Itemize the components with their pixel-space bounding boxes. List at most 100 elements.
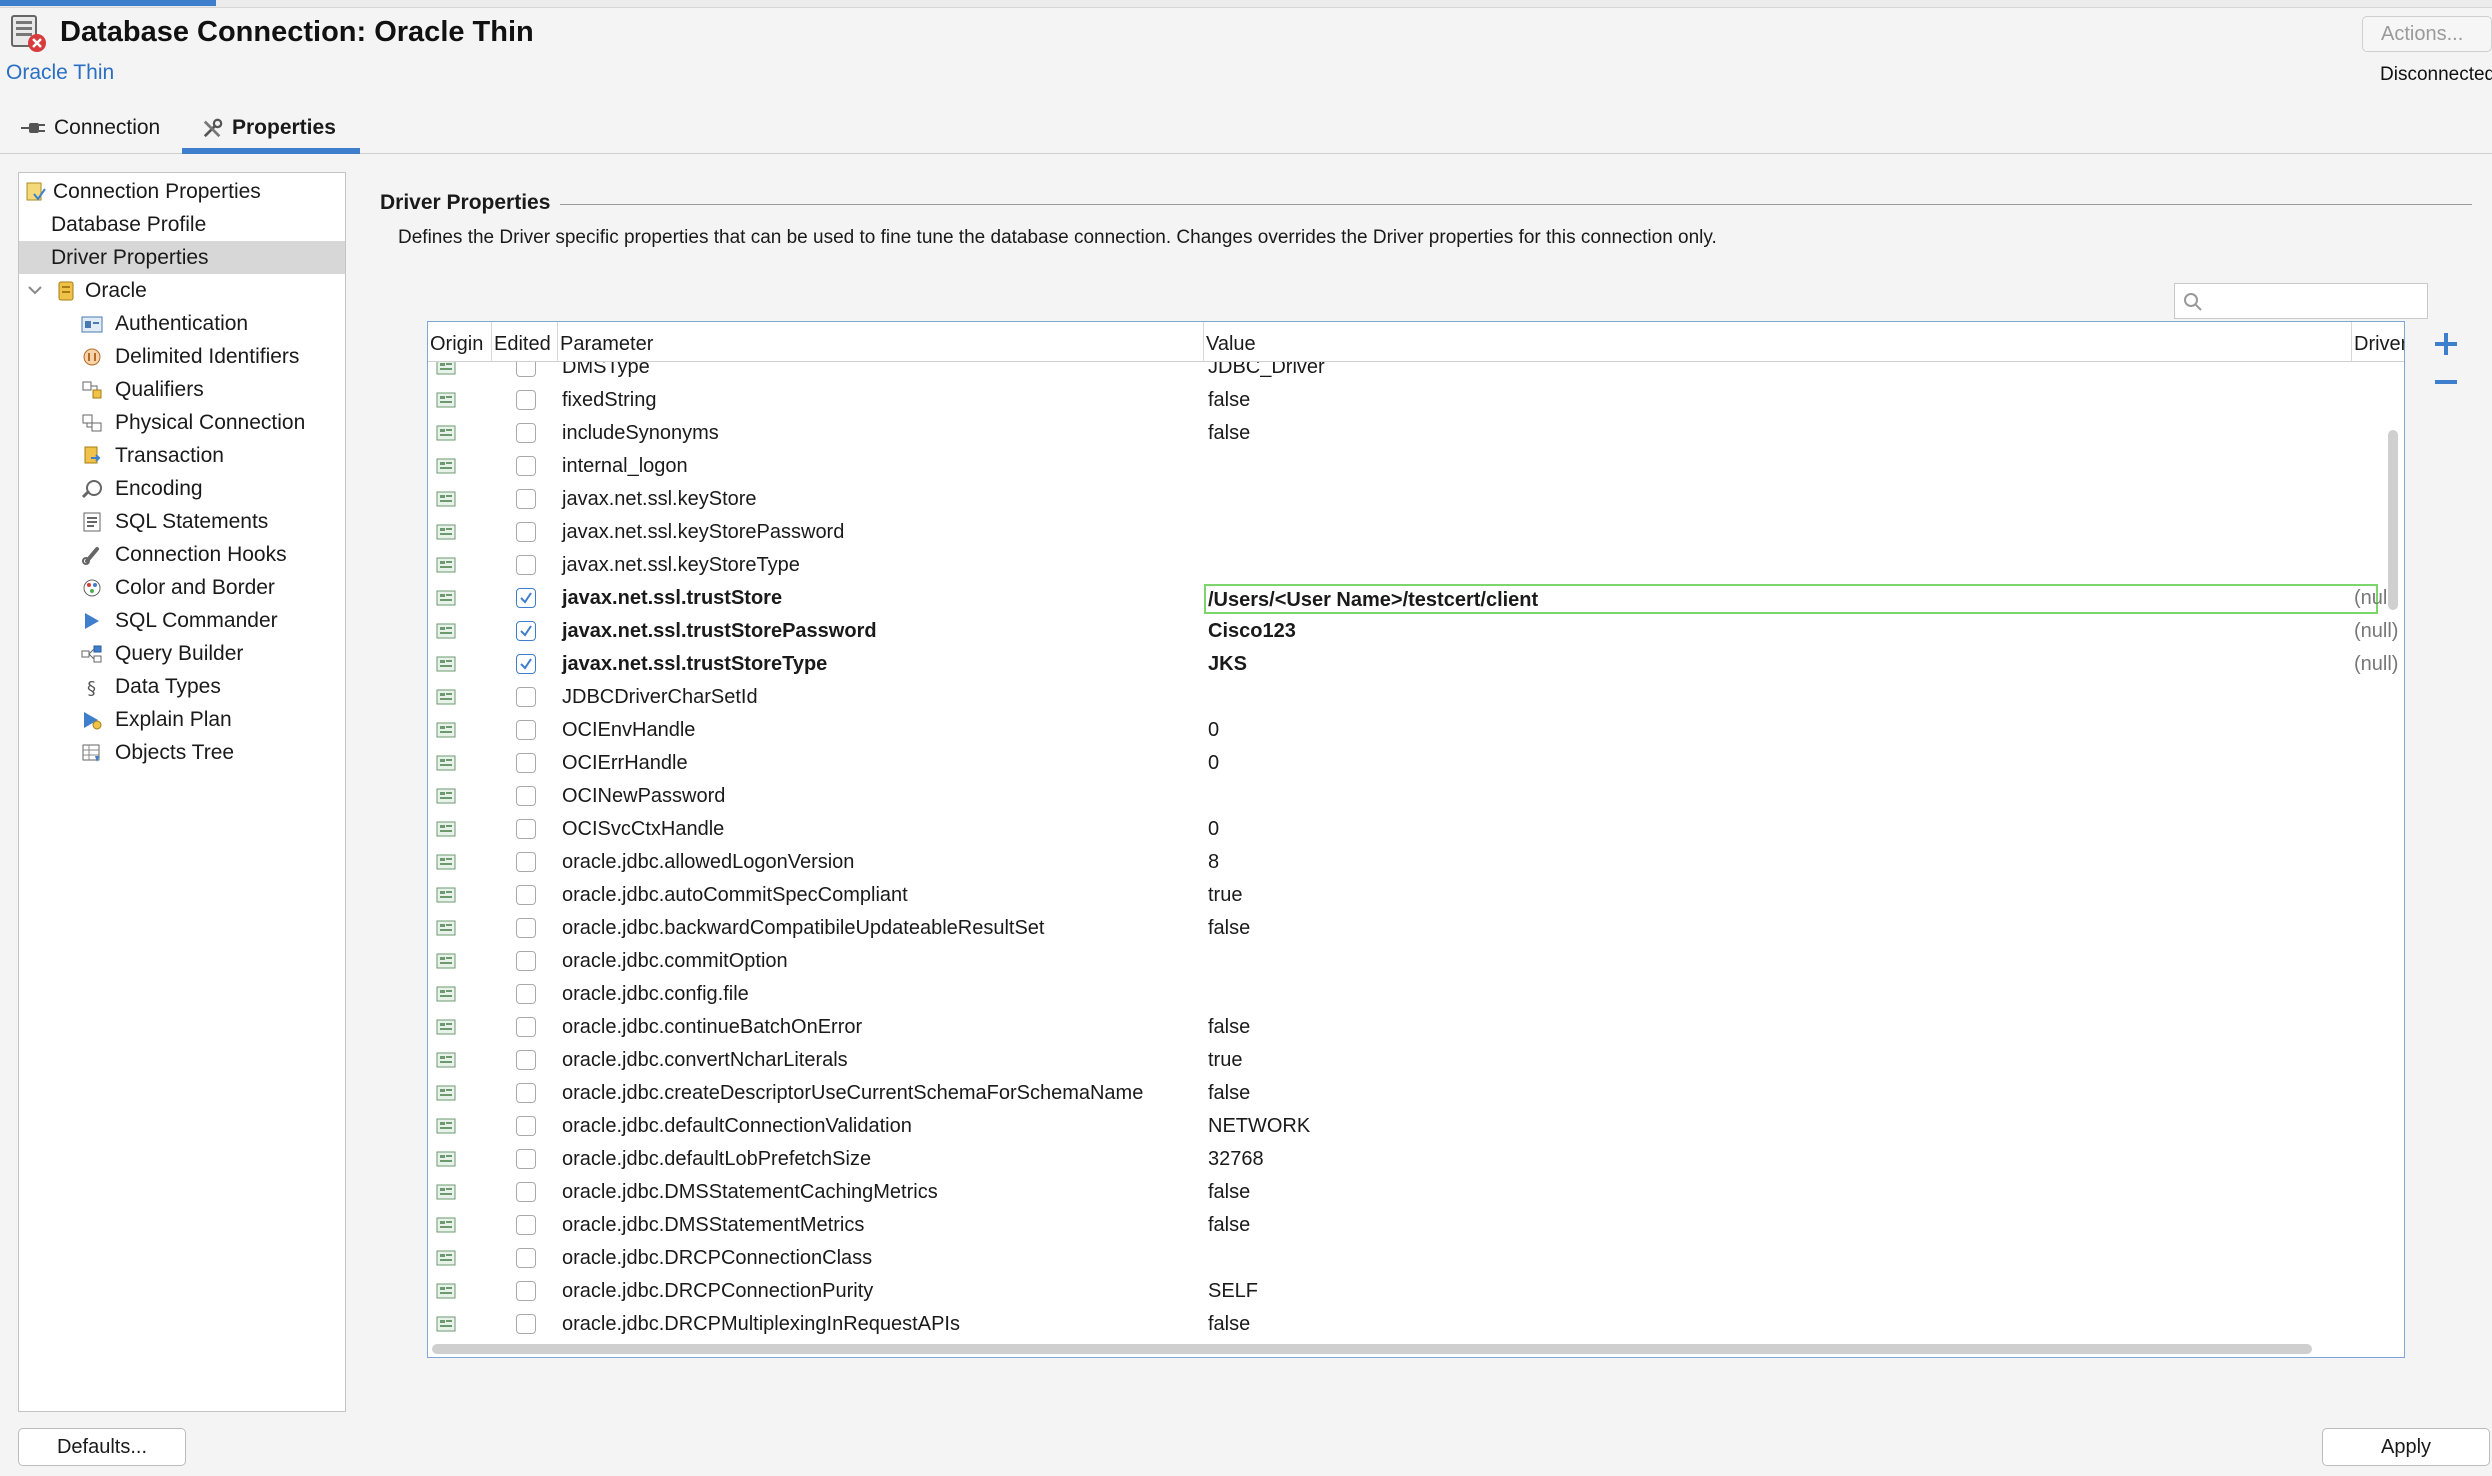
column-header-driver[interactable]: Driver — [2352, 322, 2404, 362]
edited-checkbox[interactable] — [516, 984, 536, 1004]
table-row[interactable]: oracle.jdbc.DMSStatementMetrics false — [428, 1209, 2404, 1242]
table-row[interactable]: javax.net.ssl.trustStoreType JKS (null) — [428, 648, 2404, 681]
value-cell[interactable]: NETWORK — [1208, 1110, 1310, 1143]
tab-properties[interactable]: Properties — [182, 108, 360, 154]
table-row[interactable]: oracle.jdbc.DRCPMultiplexingInRequestAPI… — [428, 1308, 2404, 1341]
edited-checkbox[interactable] — [516, 720, 536, 740]
edited-checkbox[interactable] — [516, 1149, 536, 1169]
value-cell[interactable]: false — [1208, 384, 1250, 417]
table-row[interactable]: javax.net.ssl.keyStorePassword — [428, 516, 2404, 549]
table-row[interactable]: DMSType JDBC_Driver — [428, 362, 2404, 384]
remove-property-button[interactable] — [2432, 372, 2460, 392]
table-row[interactable]: oracle.jdbc.backwardCompatibileUpdateabl… — [428, 912, 2404, 945]
connection-type-link[interactable]: Oracle Thin — [6, 61, 114, 85]
tree-item-physical-connection[interactable]: Physical Connection — [19, 406, 345, 439]
table-row[interactable]: javax.net.ssl.keyStoreType — [428, 549, 2404, 582]
edited-checkbox[interactable] — [516, 1248, 536, 1268]
table-row[interactable]: oracle.jdbc.createDescriptorUseCurrentSc… — [428, 1077, 2404, 1110]
value-cell[interactable]: false — [1208, 417, 1250, 450]
value-cell[interactable]: false — [1208, 1077, 1250, 1110]
table-row[interactable]: OCISvcCtxHandle 0 — [428, 813, 2404, 846]
tree-item-explain-plan[interactable]: Explain Plan — [19, 703, 345, 736]
column-header-edited[interactable]: Edited — [492, 322, 558, 362]
tree-item-sql-commander[interactable]: SQL Commander — [19, 604, 345, 637]
edited-checkbox[interactable] — [516, 1083, 536, 1103]
tab-connection[interactable]: Connection — [20, 108, 170, 154]
edited-checkbox[interactable] — [516, 489, 536, 509]
value-cell[interactable]: false — [1208, 1308, 1250, 1341]
horizontal-scrollbar[interactable] — [432, 1344, 2312, 1354]
table-row[interactable]: oracle.jdbc.DMSStatementCachingMetrics fa… — [428, 1176, 2404, 1209]
table-row[interactable]: oracle.jdbc.allowedLogonVersion 8 — [428, 846, 2404, 879]
value-cell[interactable]: false — [1208, 1011, 1250, 1044]
tree-item-connection-hooks[interactable]: Connection Hooks — [19, 538, 345, 571]
tree-item-oracle[interactable]: Oracle — [19, 274, 345, 307]
table-row[interactable]: JDBCDriverCharSetId — [428, 681, 2404, 714]
value-cell[interactable]: 0 — [1208, 813, 1219, 846]
table-row[interactable]: javax.net.ssl.trustStorePassword Cisco123… — [428, 615, 2404, 648]
actions-button[interactable]: Actions... — [2362, 16, 2492, 52]
column-header-parameter[interactable]: Parameter — [558, 322, 1204, 362]
edited-checkbox[interactable] — [516, 390, 536, 410]
tree-item-delimited-identifiers[interactable]: Delimited Identifiers — [19, 340, 345, 373]
edited-checkbox[interactable] — [516, 423, 536, 443]
table-row[interactable]: javax.net.ssl.keyStore — [428, 483, 2404, 516]
tree-item-data-types[interactable]: § Data Types — [19, 670, 345, 703]
table-row[interactable]: OCINewPassword — [428, 780, 2404, 813]
edited-checkbox[interactable] — [516, 786, 536, 806]
edited-checkbox[interactable] — [516, 1050, 536, 1070]
add-property-button[interactable] — [2432, 330, 2460, 358]
value-cell[interactable]: 8 — [1208, 846, 1219, 879]
value-cell[interactable]: JDBC_Driver — [1208, 362, 1325, 384]
edited-checkbox[interactable] — [516, 1116, 536, 1136]
edited-checkbox[interactable] — [516, 522, 536, 542]
value-cell[interactable]: JKS — [1208, 648, 1247, 681]
tree-item-transaction[interactable]: Transaction — [19, 439, 345, 472]
value-cell[interactable]: true — [1208, 1044, 1242, 1077]
edited-checkbox[interactable] — [516, 588, 536, 608]
edited-checkbox[interactable] — [516, 555, 536, 575]
edited-checkbox[interactable] — [516, 819, 536, 839]
tree-item-qualifiers[interactable]: Qualifiers — [19, 373, 345, 406]
vertical-scrollbar[interactable] — [2388, 430, 2398, 610]
tree-item-connection-properties[interactable]: Connection Properties — [19, 175, 345, 208]
tree-item-objects-tree[interactable]: Objects Tree — [19, 736, 345, 769]
value-cell[interactable]: true — [1208, 879, 1242, 912]
table-row[interactable]: OCIEnvHandle 0 — [428, 714, 2404, 747]
table-row[interactable]: oracle.jdbc.defaultLobPrefetchSize 32768 — [428, 1143, 2404, 1176]
edited-checkbox[interactable] — [516, 852, 536, 872]
search-input[interactable] — [2211, 288, 2421, 314]
edited-checkbox[interactable] — [516, 1314, 536, 1334]
table-row[interactable]: oracle.jdbc.DRCPConnectionPurity SELF — [428, 1275, 2404, 1308]
column-header-origin[interactable]: Origin — [428, 322, 492, 362]
column-header-value[interactable]: Value — [1204, 322, 2352, 362]
value-cell-editor[interactable]: /Users/<User Name>/testcert/client — [1204, 584, 2378, 614]
tree-item-query-builder[interactable]: Query Builder — [19, 637, 345, 670]
table-row[interactable]: internal_logon — [428, 450, 2404, 483]
tree-item-authentication[interactable]: Authentication — [19, 307, 345, 340]
tree-item-sql-statements[interactable]: SQL Statements — [19, 505, 345, 538]
table-row[interactable]: oracle.jdbc.DRCPConnectionClass — [428, 1242, 2404, 1275]
edited-checkbox[interactable] — [516, 1281, 536, 1301]
value-cell[interactable]: false — [1208, 1176, 1250, 1209]
edited-checkbox[interactable] — [516, 687, 536, 707]
value-cell[interactable]: false — [1208, 1209, 1250, 1242]
chevron-down-icon[interactable] — [25, 280, 45, 300]
value-cell[interactable]: 0 — [1208, 747, 1219, 780]
value-cell[interactable]: 32768 — [1208, 1143, 1264, 1176]
table-row[interactable]: oracle.jdbc.continueBatchOnError false — [428, 1011, 2404, 1044]
edited-checkbox[interactable] — [516, 456, 536, 476]
table-row[interactable]: includeSynonyms false — [428, 417, 2404, 450]
table-row[interactable]: oracle.jdbc.defaultConnectionValidation N… — [428, 1110, 2404, 1143]
table-row[interactable]: oracle.jdbc.config.file — [428, 978, 2404, 1011]
tree-item-color-and-border[interactable]: Color and Border — [19, 571, 345, 604]
value-cell[interactable]: Cisco123 — [1208, 615, 1296, 648]
table-row[interactable]: oracle.jdbc.commitOption — [428, 945, 2404, 978]
edited-checkbox[interactable] — [516, 1215, 536, 1235]
edited-checkbox[interactable] — [516, 1017, 536, 1037]
edited-checkbox[interactable] — [516, 918, 536, 938]
tree-item-encoding[interactable]: Encoding — [19, 472, 345, 505]
table-row[interactable]: javax.net.ssl.trustStore/Users/<User Nam… — [428, 582, 2404, 615]
value-cell[interactable]: 0 — [1208, 714, 1219, 747]
table-row[interactable]: oracle.jdbc.autoCommitSpecCompliant true — [428, 879, 2404, 912]
